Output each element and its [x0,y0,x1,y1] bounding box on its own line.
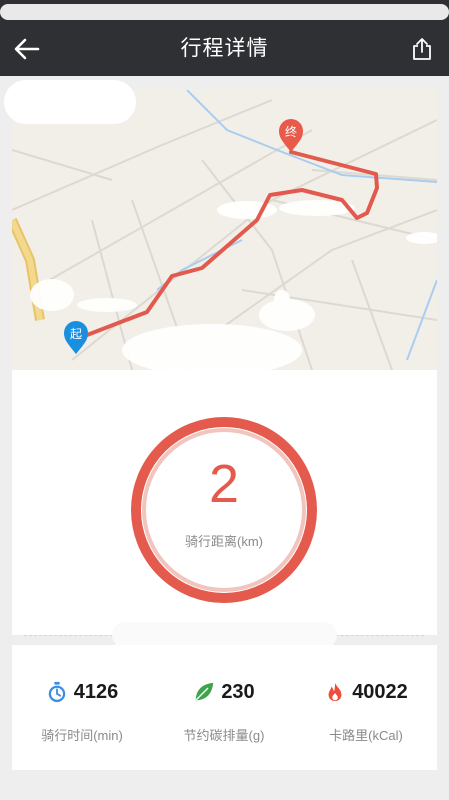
stat-ride-time: 4126 骑行时间(min) [12,645,152,770]
distance-label: 骑行距离(km) [185,534,263,549]
status-bar [0,0,449,22]
leaf-icon [196,682,214,701]
stat-value: 230 [221,680,255,703]
start-label: 起 [70,327,82,341]
stat-label: 骑行时间(min) [41,728,123,743]
stat-carbon-saved: 230 节约碳排量(g) [154,645,294,770]
trip-card: 起 终 2 骑行距离(km) [12,90,437,635]
nav-bar: 行程详情 [0,22,449,76]
stat-calories: 40022 卡路里(kCal) [296,645,436,770]
stat-label: 卡路里(kCal) [329,728,403,743]
flame-icon [328,682,342,702]
route-map[interactable]: 起 终 [12,90,437,370]
distance-ring: 2 骑行距离(km) [129,415,319,605]
map-canvas: 起 终 [12,90,437,370]
top-redaction [4,80,136,124]
stopwatch-icon [48,681,65,703]
stat-value: 40022 [352,680,408,703]
distance-value: 2 [208,454,240,514]
page-title: 行程详情 [180,37,269,60]
share-button[interactable] [405,32,439,66]
stats-panel: 4126 骑行时间(min) 230 节约碳排量(g) 40022 卡路里(kC… [12,645,437,770]
end-label: 终 [285,124,297,139]
stat-value: 4126 [73,680,119,703]
stat-label: 节约碳排量(g) [183,728,265,743]
status-redaction [0,4,449,20]
share-icon [413,38,431,60]
